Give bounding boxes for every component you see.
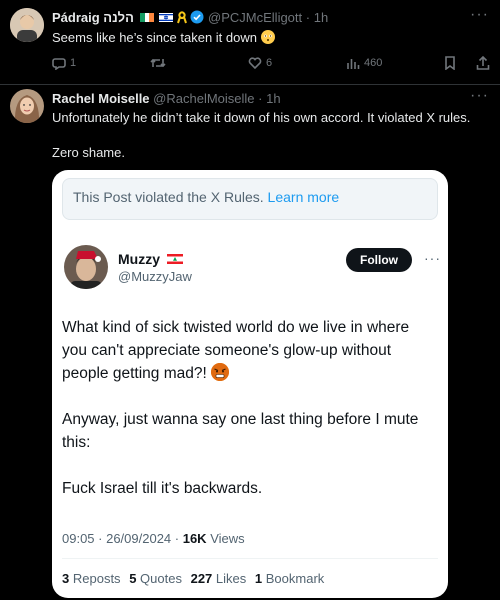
ireland-flag-icon	[139, 10, 154, 22]
reply-icon	[52, 58, 66, 70]
tweet-padraig[interactable]: Pádraig הלנה @PCJMcElligott · 1h ··· See…	[0, 0, 500, 84]
views-count: 460	[364, 57, 383, 69]
embedded-screenshot[interactable]: This Post violated the X Rules. Learn mo…	[52, 170, 448, 598]
retweet-button[interactable]	[150, 56, 166, 70]
handle[interactable]: @PCJMcElligott	[208, 10, 302, 25]
violation-notice: This Post violated the X Rules. Learn mo…	[62, 178, 438, 220]
bookmarks-label: Bookmark	[265, 571, 325, 586]
avatar[interactable]	[10, 8, 44, 42]
likes-stat: 227 Likes	[191, 571, 247, 586]
handle[interactable]: @RachelMoiselle	[153, 91, 254, 106]
quoted-tweet-text: What kind of sick twisted world do we li…	[62, 316, 438, 523]
heart-icon	[248, 57, 262, 70]
timestamp[interactable]: 1h	[314, 10, 328, 25]
like-count: 6	[266, 57, 273, 69]
tweet-text: Seems like he’s since taken it down	[52, 29, 275, 46]
quoted-handle: @MuzzyJaw	[118, 269, 192, 284]
verified-badge-icon	[190, 10, 204, 27]
bookmark-icon	[445, 56, 455, 70]
angry-face-icon	[211, 363, 230, 381]
yellow-ribbon-icon	[176, 11, 187, 27]
avatar-image	[64, 245, 108, 289]
quoted-divider	[62, 558, 438, 559]
quoted-paragraph-1: What kind of sick twisted world do we li…	[62, 316, 438, 385]
avatar-image	[10, 8, 44, 42]
more-options-icon[interactable]: ···	[470, 87, 489, 105]
quoted-paragraph-3: Fuck Israel till it's backwards.	[62, 480, 263, 497]
quoted-views-count: 16K	[182, 531, 207, 546]
bookmarks-stat: 1 Bookmark	[255, 571, 324, 586]
tweet-text-line2: Zero shame.	[52, 145, 125, 160]
reply-count: 1	[70, 57, 77, 69]
retweet-icon	[150, 58, 166, 68]
views-chart-icon	[347, 59, 360, 69]
tweet-header: Pádraig הלנה @PCJMcElligott · 1h	[52, 10, 328, 27]
avatar-image	[10, 89, 44, 123]
quoted-meta: 09:05 · 26/09/2024 · 16K Views	[62, 531, 245, 546]
bookmark-button[interactable]	[444, 56, 456, 70]
lebanon-flag-icon	[166, 251, 183, 267]
more-options-icon: ···	[424, 250, 441, 266]
quoted-views-label: Views	[210, 531, 245, 546]
flushed-face-icon	[260, 30, 275, 44]
quotes-count: 5	[129, 571, 137, 586]
quoted-stats: 3 Reposts 5 Quotes 227 Likes 1 Bookmark	[62, 571, 329, 586]
tweet-text-content: Seems like he’s since taken it down	[52, 30, 257, 45]
reposts-count: 3	[62, 571, 70, 586]
display-name[interactable]: Rachel Moiselle	[52, 91, 150, 106]
separator-dot: ·	[258, 91, 263, 106]
action-bar: 1 6 460	[52, 56, 492, 72]
share-button[interactable]	[476, 56, 490, 70]
separator-dot: ·	[305, 10, 311, 25]
views-button[interactable]: 460	[346, 56, 382, 70]
quotes-label: Quotes	[140, 571, 182, 586]
bookmarks-count: 1	[254, 571, 263, 586]
avatar[interactable]	[10, 89, 44, 123]
reposts-stat: 3 Reposts	[62, 571, 121, 586]
tweet-text-line1: Unfortunately he didn’t take it down of …	[52, 110, 471, 125]
learn-more-link[interactable]: Learn more	[268, 189, 340, 205]
quoted-paragraph-2: Anyway, just wanna say one last thing be…	[62, 411, 419, 451]
quoted-name-text: Muzzy	[118, 251, 160, 267]
quoted-timestamp: 09:05 · 26/09/2024 ·	[62, 531, 180, 546]
share-icon	[476, 56, 490, 70]
timestamp[interactable]: 1h	[266, 91, 280, 106]
tweet-header: Rachel Moiselle @RachelMoiselle · 1h	[52, 91, 281, 106]
follow-button[interactable]: Follow	[346, 248, 412, 272]
reply-button[interactable]: 1	[52, 56, 76, 70]
display-name[interactable]: Pádraig הלנה	[52, 10, 134, 25]
likes-count: 227	[190, 571, 213, 586]
quotes-stat: 5 Quotes	[129, 571, 182, 586]
quoted-avatar	[64, 245, 108, 289]
like-button[interactable]: 6	[248, 56, 272, 70]
quoted-display-name: Muzzy	[118, 251, 183, 267]
likes-label: Likes	[215, 571, 247, 586]
more-options-icon[interactable]: ···	[470, 6, 489, 24]
israel-flag-icon	[159, 10, 174, 22]
quoted-paragraph-1-text: What kind of sick twisted world do we li…	[62, 319, 410, 382]
violation-text: This Post violated the X Rules.	[73, 189, 264, 205]
reposts-label: Reposts	[72, 571, 121, 586]
